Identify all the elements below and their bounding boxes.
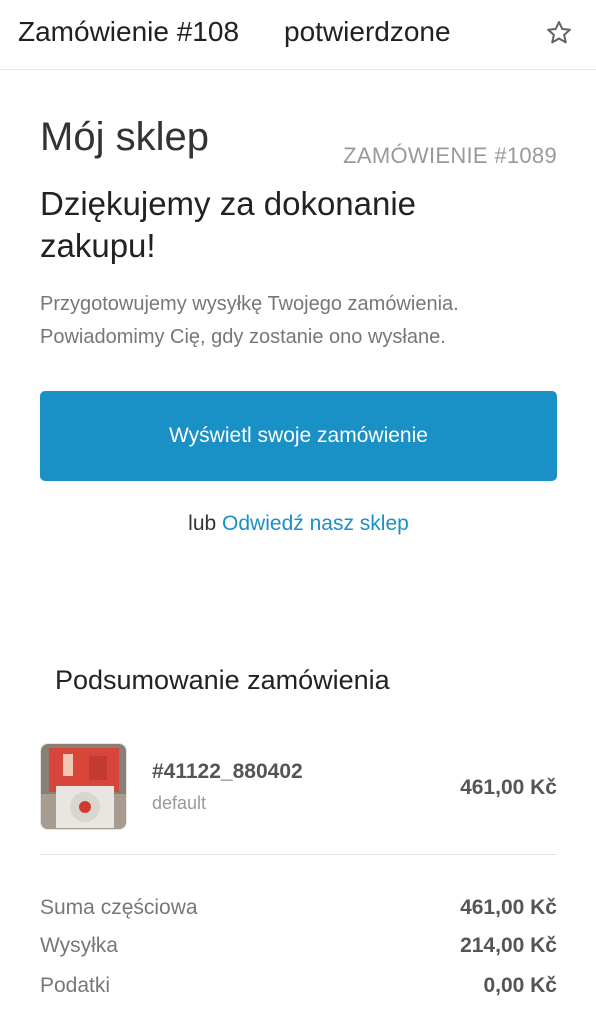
- order-summary-title: Podsumowanie zamówienia: [55, 665, 390, 695]
- email-header-bar: Zamówienie #108 potwierdzone: [0, 0, 596, 70]
- product-variant: default: [152, 793, 207, 813]
- shop-name: Mój sklep: [40, 115, 209, 159]
- order-number: ZAMÓWIENIE #1089: [343, 143, 557, 168]
- summary-divider: [40, 854, 557, 855]
- view-order-button-label: Wyświetl swoje zamówienie: [169, 424, 428, 447]
- star-icon[interactable]: [544, 18, 574, 48]
- view-order-button[interactable]: Wyświetl swoje zamówienie: [40, 391, 557, 481]
- product-image: [40, 743, 127, 830]
- shipping-value: 214,00 Kč: [460, 934, 557, 957]
- taxes-label: Podatki: [40, 974, 111, 997]
- subtotal-value: 461,00 Kč: [460, 896, 557, 919]
- or-text: lub: [188, 512, 217, 535]
- taxes-value: 0,00 Kč: [483, 974, 557, 997]
- email-subject-part1: Zamówienie #108: [18, 16, 240, 47]
- subtotal-label: Suma częściowa: [40, 896, 198, 919]
- email-subject-part2: potwierdzone: [284, 16, 451, 47]
- shipping-label: Wysyłka: [40, 934, 118, 957]
- product-name: #41122_880402: [152, 760, 303, 783]
- visit-store-link[interactable]: Odwiedź nasz sklep: [222, 512, 409, 535]
- product-price: 461,00 Kč: [460, 776, 557, 799]
- thanks-heading: Dziękujemy za dokonanie zakupu!: [40, 185, 417, 264]
- order-description: Przygotowujemy wysyłkę Twojego zamówieni…: [40, 293, 459, 348]
- or-visit-store-line: lub Odwiedź nasz sklep: [40, 512, 557, 536]
